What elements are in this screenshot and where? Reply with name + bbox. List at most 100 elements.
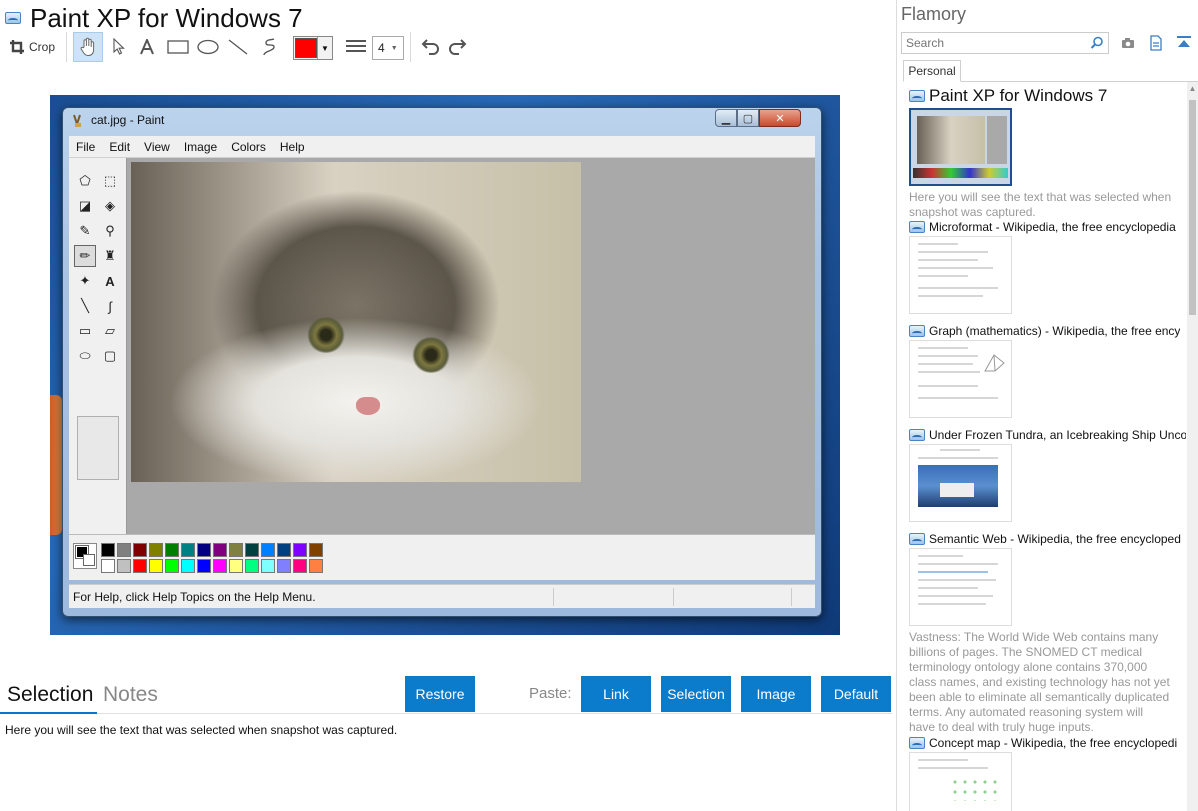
list-item[interactable]: Semantic Web - Wikipedia, the free encyc…	[909, 532, 1186, 735]
paste-link-button[interactable]: Link	[581, 676, 651, 712]
toolbar-divider	[66, 32, 67, 62]
list-item-title: Under Frozen Tundra, an Icebreaking Ship…	[929, 428, 1186, 442]
selection-text[interactable]: Here you will see the text that was sele…	[5, 723, 397, 737]
cat-nose	[356, 397, 380, 415]
palette-color-cell	[245, 559, 259, 573]
list-item[interactable]: Under Frozen Tundra, an Icebreaking Ship…	[909, 428, 1186, 522]
free-select-icon: ⬠	[79, 173, 91, 188]
crop-button[interactable]: Crop	[6, 32, 58, 62]
thumbnail-text-line	[918, 579, 996, 581]
palette-color-cell	[229, 559, 243, 573]
magnifier-icon: ⚲	[105, 223, 115, 238]
eraser-icon: ◪	[78, 198, 92, 213]
text-tool-button[interactable]	[135, 32, 159, 62]
document-icon[interactable]	[1148, 35, 1164, 51]
redo-button[interactable]	[446, 32, 472, 62]
desktop-decoration	[50, 395, 62, 535]
palette-color-cell	[213, 559, 227, 573]
paint-menubar: File Edit View Image Colors Help	[69, 136, 815, 158]
arrow-pointer-icon	[113, 38, 125, 55]
tab-notes[interactable]: Notes	[103, 680, 158, 710]
ellipse-tool-button[interactable]	[194, 32, 222, 62]
sidebar-scrollbar[interactable]: ▲	[1187, 82, 1198, 811]
close-icon: ✕	[775, 112, 785, 125]
list-item-description: Vastness: The World Wide Web contains ma…	[909, 630, 1170, 734]
list-item-title: Concept map - Wikipedia, the free encycl…	[929, 736, 1178, 750]
paste-image-button[interactable]: Image	[741, 676, 811, 712]
cat-photo	[131, 162, 581, 482]
camera-icon[interactable]	[1120, 35, 1136, 51]
main-pane: Paint XP for Windows 7 Crop ▼ 4 ▼ cat.jp…	[0, 0, 897, 811]
thumbnail	[909, 108, 1012, 186]
curve-icon: ∫	[108, 298, 112, 314]
search-input[interactable]	[906, 35, 1086, 51]
close-button: ✕	[759, 109, 801, 127]
pointer-tool-button[interactable]	[106, 32, 132, 62]
status-divider	[673, 588, 674, 606]
line-width-button[interactable]	[343, 32, 369, 62]
line-width-value: 4	[378, 41, 385, 55]
thumbnail-text-line	[918, 267, 993, 269]
list-item[interactable]: Concept map - Wikipedia, the free encycl…	[909, 736, 1186, 811]
thumbnail-text-line	[918, 259, 978, 261]
thumbnail-text-line	[918, 251, 988, 253]
thumbnail-text-line	[918, 385, 978, 387]
status-divider	[553, 588, 554, 606]
list-item-description: Here you will see the text that was sele…	[909, 190, 1172, 219]
scroll-up-icon[interactable]: ▲	[1188, 84, 1197, 94]
rect-select-icon: ⬚	[103, 173, 117, 188]
thumbnail-text-line	[918, 355, 978, 357]
palette-color-cell	[197, 559, 211, 573]
redo-icon	[449, 39, 467, 55]
freehand-icon	[263, 38, 275, 56]
list-item-header: Graph (mathematics) - Wikipedia, the fre…	[909, 324, 1186, 338]
collapse-top-icon[interactable]	[1176, 35, 1192, 51]
menu-help: Help	[279, 139, 305, 154]
page-title: Paint XP for Windows 7	[30, 3, 303, 33]
current-color-swatch	[295, 38, 317, 58]
pencil-icon: ✏	[74, 245, 96, 267]
paste-default-button[interactable]: Default	[821, 676, 891, 712]
maximize-icon: ▢	[742, 112, 754, 125]
rectangle-tool-button[interactable]	[164, 32, 192, 62]
undo-button[interactable]	[416, 32, 442, 62]
scrollbar-thumb[interactable]	[1189, 100, 1196, 315]
color-picker-icon: ✎	[79, 223, 91, 238]
line-tool-button[interactable]	[224, 32, 252, 62]
chevron-down-icon: ▼	[317, 37, 332, 59]
restore-button[interactable]: Restore	[405, 676, 475, 712]
thumbnail-text-line	[918, 759, 968, 761]
line-width-select[interactable]: 4 ▼	[372, 36, 404, 60]
hand-tool-button[interactable]	[73, 32, 103, 62]
paint-window: cat.jpg - Paint ▁ ▢ ✕ File Edit View Ima…	[62, 107, 822, 617]
thumbnail-text-line	[918, 603, 986, 605]
thumbnail-text-line	[918, 243, 958, 245]
minimize-button: ▁	[715, 109, 737, 127]
minimize-icon: ▁	[721, 112, 731, 125]
list-item[interactable]: Microformat - Wikipedia, the free encycl…	[909, 220, 1186, 314]
paint-window-title: cat.jpg - Paint	[91, 113, 165, 127]
palette-color-cell	[117, 543, 131, 557]
search-icon[interactable]	[1090, 36, 1104, 50]
thumbnail-text-line	[918, 295, 983, 297]
search-box[interactable]	[901, 32, 1109, 54]
list-item[interactable]: Graph (mathematics) - Wikipedia, the fre…	[909, 324, 1186, 418]
paste-selection-button[interactable]: Selection	[661, 676, 731, 712]
menu-image: Image	[183, 139, 218, 154]
freehand-tool-button[interactable]	[255, 32, 283, 62]
list-item[interactable]: Paint XP for Windows 7 Here you will see…	[909, 86, 1186, 220]
list-item-header: Semantic Web - Wikipedia, the free encyc…	[909, 532, 1186, 546]
color-picker[interactable]: ▼	[293, 36, 333, 60]
line-icon: ╲	[81, 298, 89, 313]
rounded-rect-icon: ▢	[103, 348, 117, 363]
thumbnail-image	[940, 483, 974, 497]
tab-selection[interactable]: Selection	[7, 680, 93, 710]
thumbnail-text-line	[918, 363, 973, 365]
tab-personal[interactable]: Personal	[903, 60, 961, 82]
palette-color-cell	[293, 559, 307, 573]
list-item-header: Microformat - Wikipedia, the free encycl…	[909, 220, 1186, 234]
airbrush-icon: ✦	[79, 273, 91, 288]
thumbnail-text-line	[918, 555, 963, 557]
text-a-icon	[140, 39, 154, 55]
snapshot-image[interactable]: cat.jpg - Paint ▁ ▢ ✕ File Edit View Ima…	[50, 95, 840, 635]
